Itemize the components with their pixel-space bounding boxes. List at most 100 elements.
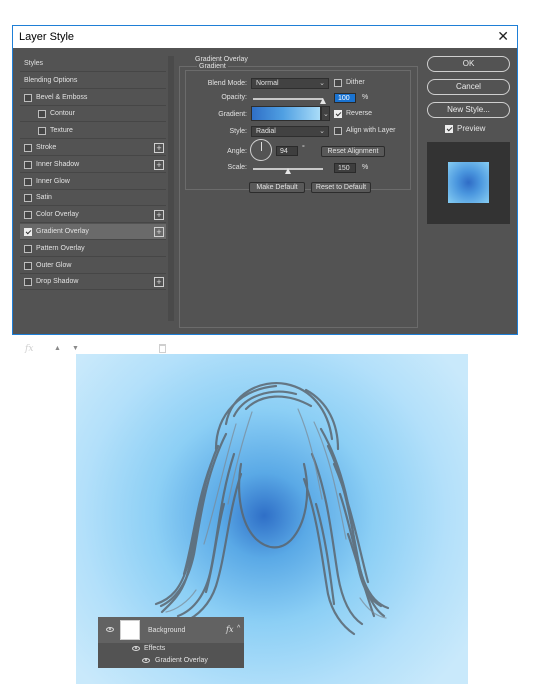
reverse-checkbox[interactable]: Reverse [334,109,394,120]
style-checkbox[interactable] [24,244,32,253]
angle-unit: ° [302,145,305,152]
opacity-slider[interactable] [253,98,323,100]
effects-label: Effects [144,645,166,652]
scale-slider-thumb[interactable] [285,168,291,174]
styles-list-item-inner-shadow[interactable]: Inner Shadow + [20,157,166,173]
style-checkbox[interactable] [24,211,32,220]
angle-dial[interactable] [250,139,272,161]
layer-row-background[interactable]: Background fx ^ [98,617,244,643]
opacity-slider-thumb[interactable] [320,98,326,104]
add-effect-icon[interactable]: + [154,159,164,170]
styles-list-item-blending-options[interactable]: Blending Options [20,73,166,89]
reset-alignment-button[interactable]: Reset Alignment [321,146,385,157]
layer-style-dialog: Layer Style ✕ Styles Blending Options Beve… [12,25,518,354]
blend-mode-select[interactable]: Normal ⌄ [251,78,329,89]
reset-to-default-button[interactable]: Reset to Default [311,182,371,193]
angle-dial-needle [261,142,262,151]
dither-checkbox-box [334,79,342,87]
angle-field[interactable]: 94 [276,146,298,156]
preview-checkbox-box [445,125,453,133]
styles-list-item-label: Styles [24,60,44,67]
align-with-layer-label: Align with Layer [346,127,396,134]
dither-checkbox[interactable]: Dither [334,78,394,89]
make-default-button[interactable]: Make Default [249,182,305,193]
styles-list-item-styles[interactable]: Styles [20,56,166,72]
styles-list-panel: Styles Blending Options Bevel & Emboss Cont… [20,56,174,354]
effect-item-label: Gradient Overlay [155,657,208,664]
trash-icon[interactable] [159,344,166,353]
styles-list-item-label: Drop Shadow [36,278,79,286]
fx-icon[interactable]: fx [25,344,33,354]
layer-thumbnail [120,620,140,640]
gradient-overlay-settings: Gradient Overlay Gradient Blend Mode: No… [179,56,419,328]
opacity-field[interactable]: 100 [334,93,356,103]
eye-icon[interactable] [106,627,114,632]
style-preview [427,142,510,224]
chevron-down-icon: ⌄ [319,128,325,135]
layers-panel: Background fx ^ Effects Gradient Overlay [98,617,244,668]
styles-list-item-color-overlay[interactable]: Color Overlay + [20,207,166,224]
cancel-button[interactable]: Cancel [427,79,510,95]
layer-effect-item-row[interactable]: Gradient Overlay [98,655,244,667]
close-icon[interactable]: ✕ [497,28,509,45]
dialog-title: Layer Style [19,31,75,43]
fx-icon[interactable]: fx [226,625,233,634]
styles-list-item-label: Blending Options [24,76,78,84]
style-checkbox[interactable] [24,177,32,186]
styles-list-item-outer-glow[interactable]: Outer Glow [20,258,166,274]
ok-button[interactable]: OK [427,56,510,72]
style-checkbox[interactable] [24,228,32,236]
style-checkbox[interactable] [38,127,46,136]
blend-mode-value: Normal [256,80,279,87]
dialog-titlebar: Layer Style ✕ [13,26,517,48]
chevron-up-icon[interactable]: ^ [237,625,240,632]
styles-list-item-label: Stroke [36,144,57,151]
align-with-layer-checkbox[interactable]: Align with Layer [334,126,404,137]
add-effect-icon[interactable]: + [154,277,164,288]
chevron-down-icon: ⌄ [319,80,325,87]
style-checkbox[interactable] [38,110,46,119]
eye-icon[interactable] [142,658,150,663]
styles-list-item-satin[interactable]: Satin [20,190,166,207]
dither-label: Dither [346,79,365,86]
gradient-label: Gradient: [218,111,247,118]
style-checkbox[interactable] [24,160,32,169]
style-select[interactable]: Radial ⌄ [251,126,329,137]
styles-list-item-contour[interactable]: Contour [20,106,166,123]
style-checkbox[interactable] [24,261,32,270]
scale-field[interactable]: 150 [334,163,356,173]
gradient-picker[interactable] [251,106,321,121]
style-checkbox[interactable] [24,194,32,203]
styles-list-item-gradient-overlay[interactable]: Gradient Overlay + [20,224,166,240]
styles-list-item-label: Satin [36,194,52,202]
styles-list-item-texture[interactable]: Texture [20,123,166,140]
styles-list-item-label: Inner Glow [36,177,70,185]
blend-mode-label: Blend Mode: [207,80,247,87]
styles-list-scrollbar[interactable] [168,56,174,321]
preview-checkbox[interactable]: Preview [445,124,505,135]
style-checkbox[interactable] [24,278,32,287]
style-label: Style: [229,128,247,135]
styles-list-item-drop-shadow[interactable]: Drop Shadow + [20,274,166,291]
styles-list-item-bevel-emboss[interactable]: Bevel & Emboss [20,90,166,106]
layer-effects-row[interactable]: Effects [98,643,244,655]
new-style-button[interactable]: New Style... [427,102,510,118]
reverse-checkbox-box [334,110,342,118]
scale-label: Scale: [227,164,247,171]
styles-list-item-label: Pattern Overlay [36,244,85,252]
styles-list-item-label: Gradient Overlay [36,228,89,235]
add-effect-icon[interactable]: + [154,227,164,237]
add-effect-icon[interactable]: + [154,210,164,221]
styles-list-item-label: Color Overlay [36,211,79,219]
style-checkbox[interactable] [24,144,32,152]
style-checkbox[interactable] [24,93,32,102]
styles-list-item-inner-glow[interactable]: Inner Glow [20,174,166,190]
eye-icon[interactable] [132,646,140,651]
move-up-icon[interactable]: ▲ [54,345,61,352]
add-effect-icon[interactable]: + [154,143,164,153]
styles-list-item-pattern-overlay[interactable]: Pattern Overlay [20,241,166,257]
styles-list-item-stroke[interactable]: Stroke + [20,140,166,156]
group-title: Gradient [197,63,228,70]
gradient-dropdown-button[interactable]: ⌄ [321,106,330,121]
move-down-icon[interactable]: ▼ [72,345,79,352]
